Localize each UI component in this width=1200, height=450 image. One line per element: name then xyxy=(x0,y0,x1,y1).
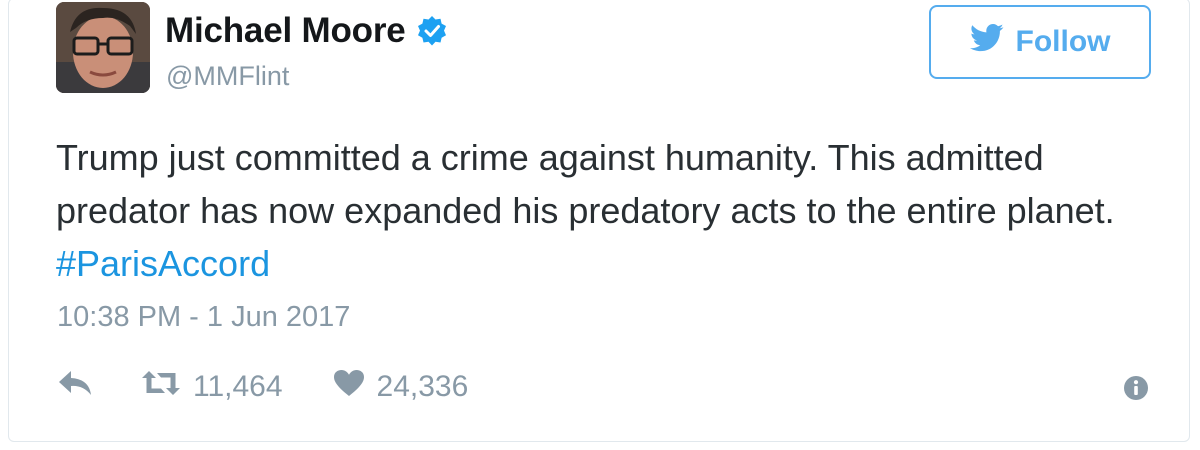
hashtag-link[interactable]: #ParisAccord xyxy=(56,243,270,284)
avatar[interactable] xyxy=(56,2,150,93)
tweet-card: Michael Moore @MMFlint Follow Trump just… xyxy=(8,0,1190,442)
retweet-button[interactable]: 11,464 xyxy=(141,369,283,405)
like-button[interactable]: 24,336 xyxy=(333,369,469,405)
tweet-actions: 11,464 24,336 xyxy=(57,365,468,409)
author-handle[interactable]: @MMFlint xyxy=(166,61,289,92)
follow-button[interactable]: Follow xyxy=(929,5,1151,79)
reply-button[interactable] xyxy=(57,369,93,405)
reply-icon xyxy=(57,369,93,405)
verified-badge-icon xyxy=(416,15,448,47)
author-name-row: Michael Moore xyxy=(165,11,448,51)
like-count: 24,336 xyxy=(376,370,469,403)
retweet-count: 11,464 xyxy=(193,370,283,403)
twitter-bird-icon xyxy=(969,23,1004,61)
info-icon[interactable] xyxy=(1123,375,1149,401)
tweet-body: Trump just committed a crime against hum… xyxy=(56,137,1115,231)
heart-icon xyxy=(333,369,365,405)
tweet-timestamp[interactable]: 10:38 PM - 1 Jun 2017 xyxy=(57,301,350,334)
author-name[interactable]: Michael Moore xyxy=(165,11,406,51)
retweet-icon xyxy=(141,369,181,405)
tweet-text: Trump just committed a crime against hum… xyxy=(56,131,1156,290)
follow-button-label: Follow xyxy=(1015,25,1111,58)
